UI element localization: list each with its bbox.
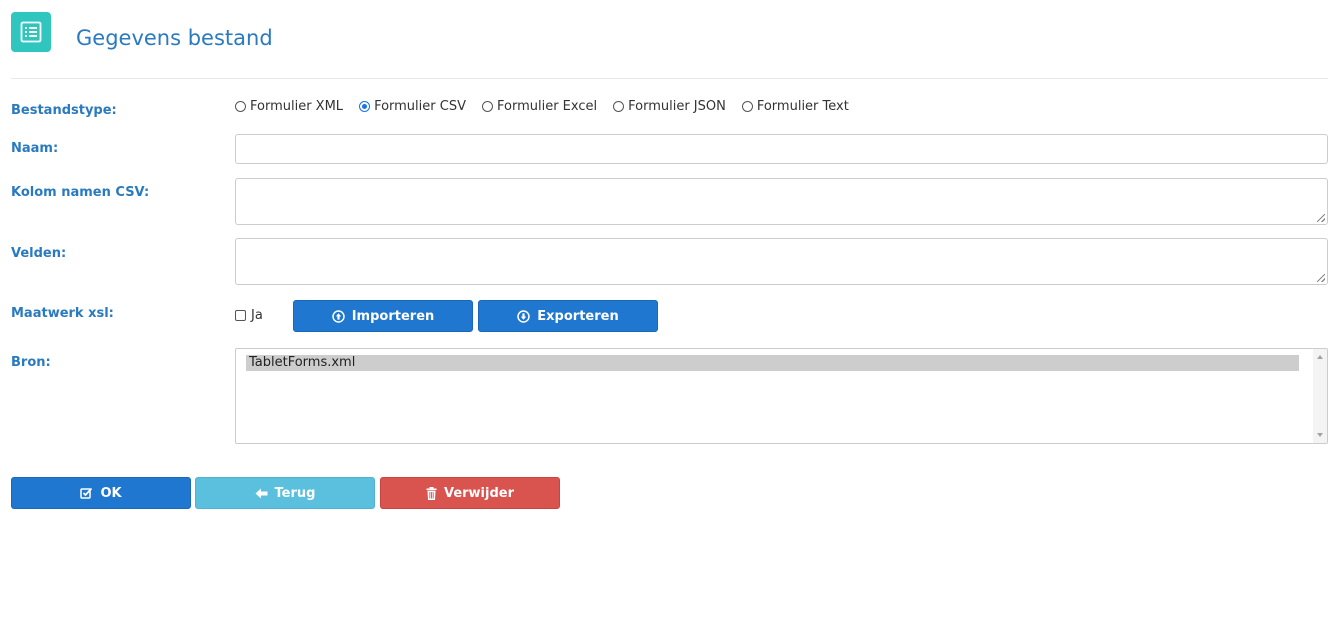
scroll-down-icon[interactable] <box>1317 433 1323 437</box>
maatwerk-checkbox-label: Ja <box>251 308 263 323</box>
import-button-label: Importeren <box>351 308 435 324</box>
back-button[interactable]: Terug <box>195 477 375 509</box>
bestandstype-label: Bestandstype: <box>11 103 117 118</box>
bron-label: Bron: <box>11 355 51 370</box>
radio-option-xml[interactable]: Formulier XML <box>235 99 343 114</box>
radio-json[interactable] <box>613 101 625 112</box>
list-document-icon <box>11 12 51 52</box>
download-circle-icon <box>517 309 531 323</box>
radio-excel[interactable] <box>481 101 493 112</box>
radio-label-csv: Formulier CSV <box>374 99 466 114</box>
arrow-left-icon <box>255 488 268 499</box>
radio-label-text: Formulier Text <box>756 99 849 114</box>
radio-xml[interactable] <box>235 101 246 112</box>
export-button[interactable]: Exporteren <box>478 300 658 332</box>
listbox-scrollbar[interactable] <box>1313 349 1327 443</box>
bron-listbox[interactable]: TabletForms.xml <box>235 348 1328 444</box>
radio-label-json: Formulier JSON <box>628 99 726 114</box>
naam-label: Naam: <box>11 141 59 156</box>
maatwerk-label: Maatwerk xsl: <box>11 306 114 321</box>
import-button[interactable]: Importeren <box>293 300 473 332</box>
list-item[interactable]: TabletForms.xml <box>246 355 1299 371</box>
radio-csv[interactable] <box>359 101 371 112</box>
scroll-up-icon[interactable] <box>1317 355 1323 359</box>
delete-button-label: Verwijder <box>443 485 515 501</box>
radio-option-json[interactable]: Formulier JSON <box>613 99 726 114</box>
radio-label-excel: Formulier Excel <box>496 99 598 114</box>
ok-button[interactable]: OK <box>11 477 191 509</box>
header-divider <box>11 78 1328 79</box>
ok-button-label: OK <box>100 485 122 501</box>
velden-textarea[interactable] <box>235 238 1328 285</box>
maatwerk-checkbox[interactable] <box>235 310 246 321</box>
maatwerk-checkbox-wrap[interactable]: Ja <box>235 308 263 323</box>
resize-grip-icon[interactable] <box>1317 214 1325 222</box>
radio-label-xml: Formulier XML <box>250 99 344 114</box>
velden-label: Velden: <box>11 246 67 261</box>
resize-grip-icon[interactable] <box>1317 274 1325 282</box>
radio-option-excel[interactable]: Formulier Excel <box>481 99 598 114</box>
delete-button[interactable]: Verwijder <box>380 477 560 509</box>
check-square-icon <box>80 487 93 499</box>
naam-input[interactable] <box>235 134 1328 164</box>
bestandstype-radio-group: Formulier XML Formulier CSV Formulier Ex… <box>235 99 865 114</box>
trash-icon <box>426 486 437 500</box>
kolom-namen-textarea[interactable] <box>235 178 1328 225</box>
back-button-label: Terug <box>274 485 316 501</box>
radio-text[interactable] <box>741 101 753 112</box>
page-header <box>11 12 51 52</box>
export-button-label: Exporteren <box>537 308 619 324</box>
kolom-namen-label: Kolom namen CSV: <box>11 185 150 200</box>
page-title: Gegevens bestand <box>76 26 273 50</box>
radio-option-text[interactable]: Formulier Text <box>741 99 849 114</box>
radio-option-csv[interactable]: Formulier CSV <box>359 99 466 114</box>
upload-circle-icon <box>331 309 345 323</box>
